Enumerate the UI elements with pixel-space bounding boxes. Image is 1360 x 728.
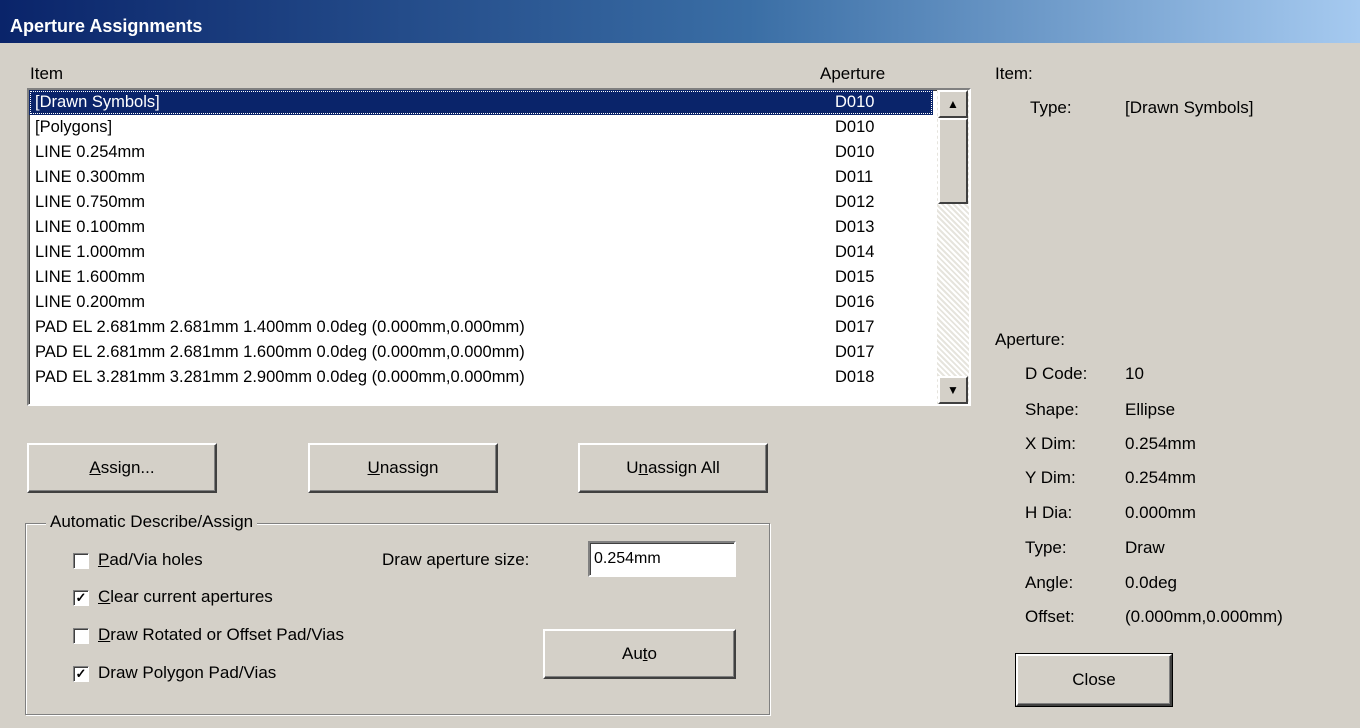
list-item-aperture: D011 [835,168,874,186]
unassign-button[interactable]: Unassign [308,443,498,493]
aperture-field-value: 0.0deg [1125,573,1177,592]
scroll-thumb[interactable] [938,118,968,204]
list-item[interactable]: LINE 0.100mm D013 [29,215,933,240]
aperture-field-label: D Code: [1025,364,1088,383]
clear-current-apertures-checkbox[interactable]: ✓ [73,590,89,606]
list-item-name: PAD EL 2.681mm 2.681mm 1.400mm 0.0deg (0… [35,318,525,336]
list-item-name: LINE 0.100mm [35,218,146,236]
list-item-aperture: D010 [835,118,875,136]
list-item[interactable]: LINE 0.750mm D012 [29,190,933,215]
group-label: Automatic Describe/Assign [46,512,258,532]
draw-rotated-offset-checkbox[interactable] [73,628,89,644]
close-button[interactable]: Close [1015,653,1173,707]
item-heading: Item: [995,64,1033,83]
column-header-aperture: Aperture [820,64,886,83]
list-item[interactable]: [Drawn Symbols] D010 [29,90,933,115]
auto-button-label: Auto [622,644,657,663]
list-item-name: LINE 0.750mm [35,193,146,211]
aperture-field-label: H Dia: [1025,503,1073,522]
list-item[interactable]: LINE 1.000mm D014 [29,240,933,265]
draw-polygon-checkbox[interactable]: ✓ [73,666,89,682]
title-bar[interactable]: Aperture Assignments [0,0,1360,44]
clear-current-apertures-label[interactable]: Clear current apertures [98,587,273,607]
item-type-value: [Drawn Symbols] [1125,98,1254,117]
list-item-name: LINE 0.200mm [35,293,146,311]
list-item-name: [Polygons] [35,118,113,136]
aperture-field-value: Ellipse [1125,400,1176,419]
list-item-aperture: D015 [835,268,875,286]
aperture-field-value: 10 [1125,364,1144,383]
draw-polygon-label[interactable]: Draw Polygon Pad/Vias [98,663,276,683]
draw-aperture-size-label: Draw aperture size: [382,550,530,569]
list-item[interactable]: LINE 0.200mm D016 [29,290,933,315]
list-item[interactable]: LINE 0.254mm D010 [29,140,933,165]
list-item-name: PAD EL 2.681mm 2.681mm 1.600mm 0.0deg (0… [35,343,525,361]
aperture-list[interactable]: [Drawn Symbols] D010 [Polygons] D010 LINE 0.… [27,88,971,406]
unassign-all-button[interactable]: Unassign All [578,443,768,493]
list-item-aperture: D017 [835,318,875,336]
check-icon: ✓ [75,590,87,605]
aperture-field-label: Angle: [1025,573,1074,592]
triangle-up-icon: ▲ [947,97,959,111]
aperture-field-value: 0.000mm [1125,503,1196,522]
column-header-item: Item [30,64,64,83]
aperture-field-value: 0.254mm [1125,434,1196,453]
pad-via-holes-label[interactable]: Pad/Via holes [98,550,203,570]
draw-aperture-size-input[interactable] [588,541,736,577]
aperture-field-label: Offset: [1025,607,1075,626]
draw-rotated-offset-label[interactable]: Draw Rotated or Offset Pad/Vias [98,625,344,645]
aperture-field-label: X Dim: [1025,434,1076,453]
list-scrollbar[interactable]: ▲ ▼ [937,90,969,404]
scroll-down-button[interactable]: ▼ [938,376,968,404]
close-button-label: Close [1072,670,1116,689]
list-item-aperture: D017 [835,343,875,361]
list-item-aperture: D016 [835,293,875,311]
pad-via-holes-checkbox[interactable] [73,553,89,569]
window-title: Aperture Assignments [10,16,203,36]
list-item-aperture: D014 [835,243,875,261]
unassign-all-button-label: Unassign All [626,458,720,477]
list-item[interactable]: PAD EL 2.681mm 2.681mm 1.600mm 0.0deg (0… [29,340,933,365]
aperture-heading: Aperture: [995,330,1065,349]
list-item-name: LINE 0.254mm [35,143,146,161]
list-item-aperture: D010 [835,143,875,161]
list-item-aperture: D013 [835,218,875,236]
aperture-field-value: (0.000mm,0.000mm) [1125,607,1283,626]
list-item-name: LINE 0.300mm [35,168,146,186]
list-item[interactable]: LINE 0.300mm D011 [29,165,933,190]
list-item[interactable]: PAD EL 3.281mm 3.281mm 2.900mm 0.0deg (0… [29,365,933,390]
aperture-list-rows: [Drawn Symbols] D010 [Polygons] D010 LINE 0.… [29,90,933,390]
list-item[interactable]: LINE 1.600mm D015 [29,265,933,290]
list-item-aperture: D012 [835,193,875,211]
list-item-name: LINE 1.600mm [35,268,146,286]
check-icon: ✓ [75,666,87,681]
list-item-aperture: D010 [835,93,875,111]
aperture-field-label: Shape: [1025,400,1079,419]
list-item-name: LINE 1.000mm [35,243,146,261]
list-item-name: PAD EL 3.281mm 3.281mm 2.900mm 0.0deg (0… [35,368,525,386]
assign-button[interactable]: Assign... [27,443,217,493]
aperture-field-label: Type: [1025,538,1067,557]
item-type-label: Type: [1030,98,1072,117]
unassign-button-label: Unassign [367,458,439,477]
aperture-field-value: Draw [1125,538,1165,557]
list-item-aperture: D018 [835,368,875,386]
scroll-up-button[interactable]: ▲ [938,90,968,118]
auto-button[interactable]: Auto [543,629,736,679]
aperture-field-label: Y Dim: [1025,468,1076,487]
aperture-field-value: 0.254mm [1125,468,1196,487]
list-item[interactable]: PAD EL 2.681mm 2.681mm 1.400mm 0.0deg (0… [29,315,933,340]
list-item[interactable]: [Polygons] D010 [29,115,933,140]
triangle-down-icon: ▼ [947,383,959,397]
list-item-name: [Drawn Symbols] [35,93,160,111]
assign-button-label: Assign... [89,458,155,477]
